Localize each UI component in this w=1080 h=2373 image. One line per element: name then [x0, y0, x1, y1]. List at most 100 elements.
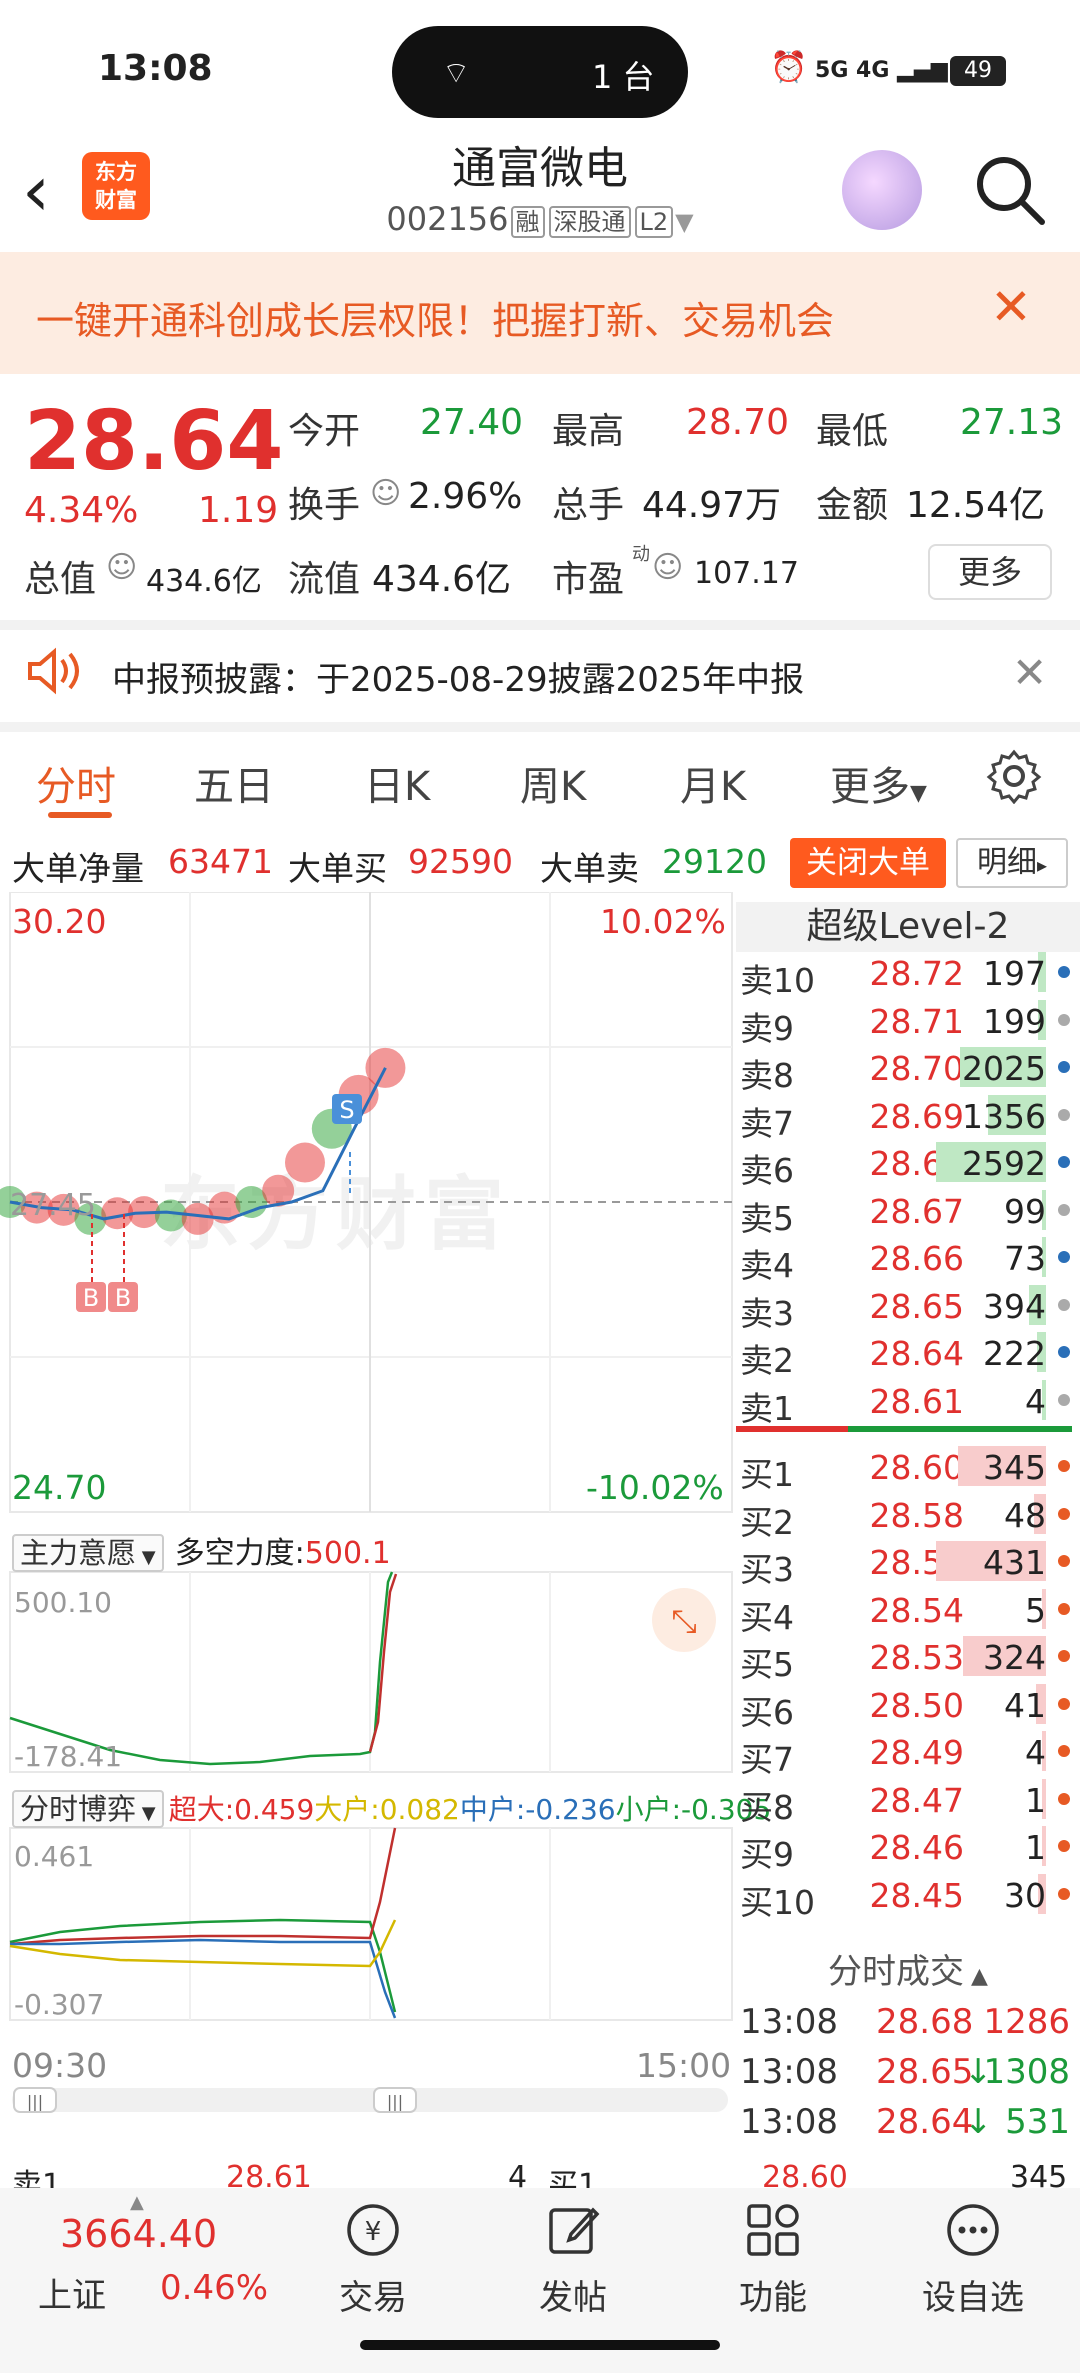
- bid-row[interactable]: 买2 28.58 48: [736, 1490, 1072, 1542]
- tick-price: 28.68: [876, 2002, 974, 2042]
- bid-row[interactable]: 买3 28.56 431: [736, 1537, 1072, 1589]
- info-icon[interactable]: ☺: [652, 550, 683, 585]
- indicator1-dropdown[interactable]: 主力意愿 ▼: [12, 1534, 164, 1572]
- chevron-down-icon[interactable]: ▼: [675, 208, 693, 236]
- low-value: 27.13: [960, 402, 1064, 443]
- level-price: 28.58: [869, 1495, 964, 1535]
- ask-row[interactable]: 卖4 28.66 73: [736, 1233, 1072, 1285]
- tab-five-day[interactable]: 五日: [194, 754, 274, 812]
- nav-post-label: 发帖: [539, 2278, 607, 2318]
- level-volume: 199: [983, 1001, 1046, 1041]
- level-price: 28.69: [869, 1096, 964, 1136]
- settings-icon[interactable]: [986, 748, 1042, 808]
- promo-banner[interactable]: 一键开通科创成长层权限！把握打新、交易机会 ✕: [0, 252, 1080, 374]
- close-icon[interactable]: ✕: [990, 278, 1032, 336]
- indicator2-dropdown[interactable]: 分时博弈 ▼: [12, 1790, 164, 1828]
- level-dot: [1058, 1251, 1070, 1263]
- level-dot: [1058, 1745, 1070, 1757]
- ticks-title[interactable]: 分时成交 ▲: [736, 1944, 1080, 1993]
- nav-functions[interactable]: 功能: [708, 2200, 838, 2319]
- tick-price: 28.65: [876, 2052, 974, 2092]
- volume-label: 总手: [552, 485, 625, 526]
- level-dot: [1058, 1887, 1070, 1900]
- info-icon[interactable]: ☺: [106, 550, 137, 585]
- robot-avatar-icon[interactable]: [842, 150, 922, 230]
- bid-row[interactable]: 买10 28.45 30: [736, 1870, 1072, 1922]
- level-price: 28.66: [869, 1239, 964, 1278]
- close-big-order-button[interactable]: 关闭大单: [790, 838, 946, 888]
- ask-row[interactable]: 卖2 28.64 222: [736, 1328, 1072, 1380]
- tab-daily-k[interactable]: 日K: [364, 754, 430, 812]
- level-volume: 4: [1025, 1733, 1046, 1772]
- net-label: 大单净量: [12, 849, 144, 888]
- ask-row[interactable]: 卖3 28.65 394: [736, 1281, 1072, 1333]
- nav-trade[interactable]: ¥ 交易: [308, 2200, 438, 2319]
- svg-text:|||: |||: [27, 2092, 43, 2111]
- change-pct: 4.34%: [24, 490, 139, 531]
- tab-weekly-k[interactable]: 周K: [520, 754, 586, 812]
- speaker-icon: [24, 646, 84, 700]
- index-value[interactable]: 3664.40: [60, 2212, 217, 2256]
- level-dot: [1058, 1013, 1070, 1026]
- more-button[interactable]: 更多: [928, 544, 1052, 600]
- ask-row[interactable]: 卖6 28.68 2592: [736, 1138, 1072, 1190]
- bid-row[interactable]: 买5 28.53 324: [736, 1632, 1072, 1684]
- index-name: 上证: [38, 2276, 106, 2316]
- tab-intraday[interactable]: 分时: [36, 754, 116, 812]
- buy-marker-label: B: [115, 1284, 131, 1312]
- bid-row[interactable]: 买4 28.54 5: [736, 1585, 1072, 1637]
- level-label: 买10: [740, 1882, 815, 1922]
- tab-more[interactable]: 更多▼: [830, 754, 927, 812]
- ask-row[interactable]: 卖1 28.61 4: [736, 1376, 1072, 1428]
- detail-button[interactable]: 明细▸: [956, 838, 1068, 888]
- indicator2-min: -0.307: [14, 1988, 105, 2021]
- level-dot: [1058, 1203, 1070, 1216]
- level-volume: 1: [1025, 1828, 1046, 1867]
- bid-row[interactable]: 买7 28.49 4: [736, 1727, 1072, 1779]
- tick-time: 13:08: [740, 2102, 838, 2142]
- tick-volume: 1286: [983, 2002, 1070, 2042]
- level-price: 28.46: [869, 1828, 964, 1867]
- notice-text[interactable]: 中报预披露：于2025-08-29披露2025年中报: [112, 652, 804, 701]
- level1-strip: 卖1 28.61 4 买1 28.60 345: [0, 2156, 1080, 2188]
- ask-row[interactable]: 卖8 28.70 2025: [736, 1043, 1072, 1095]
- level-price: 28.61: [869, 1381, 964, 1421]
- network-label: 5G 4G: [815, 58, 890, 83]
- level-volume: 394: [983, 1286, 1046, 1326]
- info-icon[interactable]: ☺: [370, 476, 401, 511]
- ask-row[interactable]: 卖10 28.72 197: [736, 948, 1072, 1000]
- close-icon[interactable]: ✕: [1012, 648, 1047, 697]
- bid-row[interactable]: 买8 28.47 1: [736, 1775, 1072, 1827]
- level-price: 28.54: [869, 1590, 964, 1630]
- level-price: 28.53: [869, 1638, 964, 1677]
- bid-row[interactable]: 买9 28.46 1: [736, 1822, 1072, 1874]
- status-time: 13:08: [98, 48, 213, 89]
- nav-watchlist[interactable]: 设自选: [908, 2200, 1038, 2319]
- level-volume: 345: [983, 1448, 1046, 1487]
- level-dot: [1058, 1840, 1070, 1852]
- last-price: 28.64: [24, 394, 284, 489]
- caret-up-icon: ▲: [130, 2192, 144, 2213]
- orderbook-title[interactable]: 超级Level-2: [736, 902, 1080, 952]
- tab-more-label: 更多: [830, 764, 910, 810]
- tab-monthly-k[interactable]: 月K: [680, 754, 746, 812]
- nav-post[interactable]: 发帖: [508, 2200, 638, 2319]
- home-indicator[interactable]: [360, 2340, 720, 2350]
- search-icon[interactable]: [970, 150, 1050, 230]
- bid-row[interactable]: 买1 28.60 345: [736, 1442, 1072, 1494]
- level-volume: 4: [1025, 1381, 1046, 1421]
- bid-row[interactable]: 买6 28.50 41: [736, 1680, 1072, 1732]
- ask-row[interactable]: 卖5 28.67 99: [736, 1186, 1072, 1238]
- level-dot: [1058, 1792, 1070, 1805]
- ask-row[interactable]: 卖7 28.69 1356: [736, 1091, 1072, 1143]
- intraday-chart[interactable]: S B B ⤡ ||| |||: [0, 892, 736, 2148]
- pe-superscript: 动: [632, 544, 650, 565]
- level-price: 28.50: [869, 1685, 964, 1725]
- orderbook-divider: [736, 1426, 1072, 1432]
- ask-row[interactable]: 卖9 28.71 199: [736, 996, 1072, 1048]
- island-count: 1 台: [592, 58, 655, 96]
- strip-sell-price: 28.61: [226, 2160, 312, 2188]
- dynamic-island[interactable]: ⌔ 1 台: [392, 26, 688, 118]
- level-price: 28.49: [869, 1733, 964, 1772]
- signal-icons: ⏰ 5G 4G ▂▄▆: [770, 50, 948, 85]
